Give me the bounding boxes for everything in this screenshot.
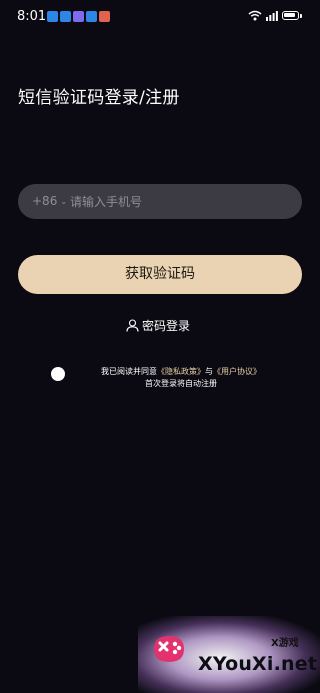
weather-cloud-icon	[60, 11, 71, 22]
phone-input-row: +86 ⌄	[18, 184, 302, 219]
watermark-small-text: X游戏	[271, 638, 299, 649]
cellular-signal-icon	[266, 11, 278, 21]
chevron-down-icon: ⌄	[60, 197, 68, 206]
agreement-text: 我已阅读并同意《隐私政策》与《用户协议》 首次登录将自动注册	[71, 366, 291, 390]
password-login-label: 密码登录	[142, 318, 191, 333]
auto-register-note: 首次登录将自动注册	[145, 379, 217, 388]
get-code-button[interactable]: 获取验证码	[18, 255, 302, 294]
watermark-big-text: XYouXi.net	[198, 653, 318, 675]
phone-number-input[interactable]	[70, 184, 290, 219]
watermark: X游戏 XYouXi.net	[138, 608, 320, 693]
user-agreement-link[interactable]: 《用户协议》	[213, 367, 261, 376]
agreement-prefix: 我已阅读并同意	[101, 367, 157, 376]
status-bar: 8:01	[0, 0, 320, 32]
country-code-label: +86	[32, 194, 58, 208]
battery-icon	[282, 11, 299, 20]
status-indicators	[248, 10, 302, 21]
privacy-policy-link[interactable]: 《隐私政策》	[157, 367, 205, 376]
page-title: 短信验证码登录/注册	[18, 88, 180, 108]
battery-tip	[300, 13, 302, 18]
user-icon	[126, 318, 139, 332]
password-login-link[interactable]: 密码登录	[126, 316, 190, 334]
agree-radio[interactable]	[51, 367, 65, 381]
agreement-joiner: 与	[205, 367, 213, 376]
weather-cloud-icon	[47, 11, 58, 22]
weather-cloud-icon	[86, 11, 97, 22]
status-time: 8:01	[17, 9, 47, 24]
notification-icons	[47, 11, 110, 22]
country-code-selector[interactable]: +86 ⌄	[32, 184, 67, 219]
watermark-logo	[154, 636, 184, 662]
app-notification-icon	[99, 11, 110, 22]
gallery-app-icon	[73, 11, 84, 22]
wifi-icon	[248, 10, 262, 21]
